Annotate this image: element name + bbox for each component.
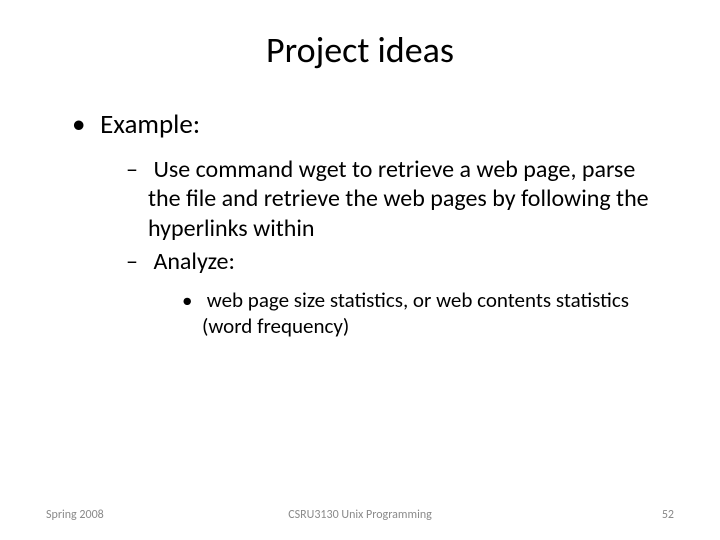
footer-center: CSRU3130 Unix Programming — [255, 508, 464, 522]
bullet-l2-a-text: Use command wget to retrieve a web page,… — [148, 155, 649, 243]
bullet-list-l3: web page size statistics, or web content… — [148, 288, 660, 339]
footer: Spring 2008 CSRU3130 Unix Programming 52 — [0, 508, 720, 522]
bullet-l2-b: Analyze: web page size statistics, or we… — [126, 247, 660, 339]
bullet-list: Example: Use command wget to retrieve a … — [60, 108, 660, 339]
bullet-l2-a: Use command wget to retrieve a web page,… — [126, 155, 660, 243]
bullet-l1-text: Example: — [100, 108, 200, 141]
bullet-l2-b-text: Analyze: — [153, 247, 234, 276]
footer-left: Spring 2008 — [46, 508, 255, 522]
bullet-l3-a: web page size statistics, or web content… — [182, 288, 660, 339]
bullet-l1: Example: Use command wget to retrieve a … — [72, 108, 660, 339]
bullet-list-l2: Use command wget to retrieve a web page,… — [94, 155, 660, 339]
footer-page-number: 52 — [465, 508, 674, 522]
slide: Project ideas Example: Use command wget … — [0, 0, 720, 540]
bullet-l3-a-text: web page size statistics, or web content… — [202, 287, 629, 339]
slide-title: Project ideas — [60, 28, 660, 72]
